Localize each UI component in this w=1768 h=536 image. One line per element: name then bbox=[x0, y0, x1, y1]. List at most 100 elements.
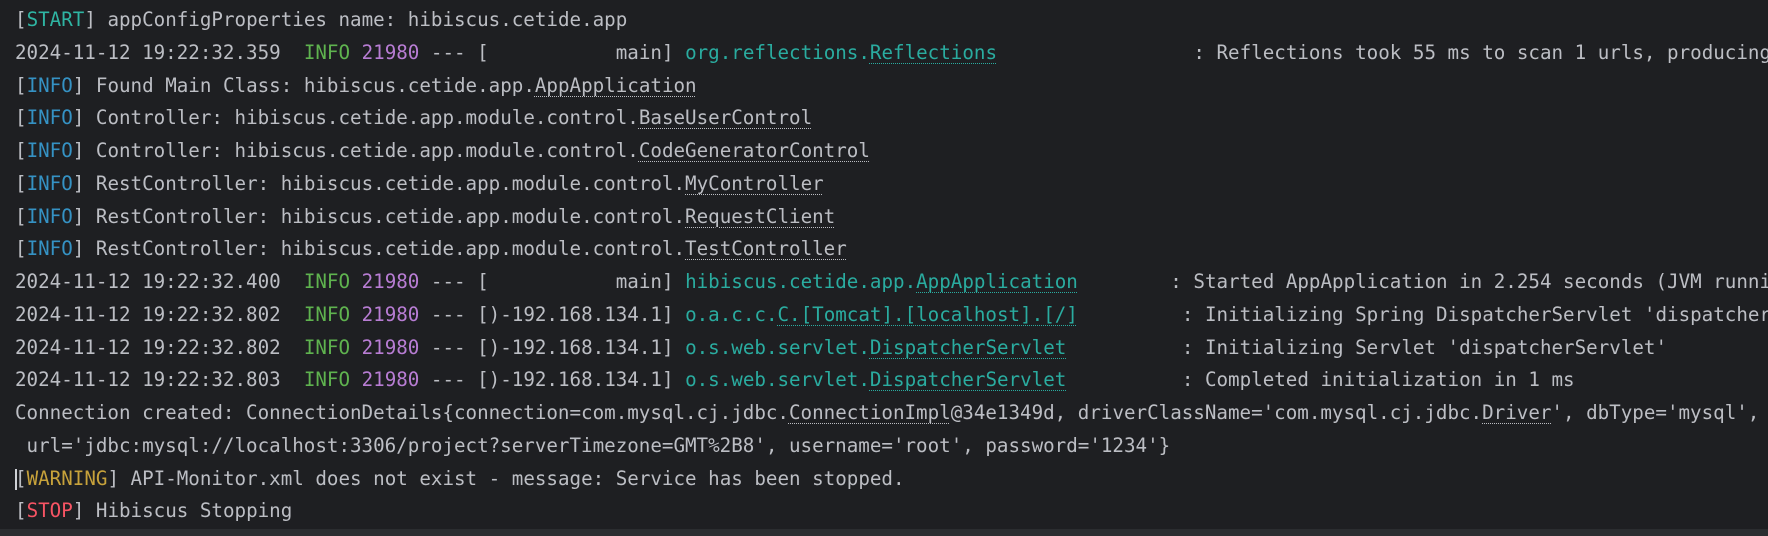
log-message: Controller: hibiscus.cetide.app.module.c… bbox=[84, 106, 639, 130]
log-timestamp: 2024-11-12 19:22:32.359 bbox=[15, 40, 281, 64]
log-timestamp: 2024-11-12 19:22:32.802 bbox=[15, 302, 281, 326]
bracket: ] bbox=[72, 237, 85, 261]
log-message: RestController: hibiscus.cetide.app.modu… bbox=[84, 204, 686, 228]
log-line: 2024-11-12 19:22:32.802 INFO 21980 --- [… bbox=[0, 299, 1768, 332]
log-line: [START] appConfigProperties name: hibisc… bbox=[0, 4, 1768, 37]
log-pid: 21980 bbox=[361, 368, 420, 392]
logger-package: hibiscus.cetide.app. bbox=[685, 270, 917, 293]
log-level: INFO bbox=[303, 335, 351, 359]
logger-package: o.s.web.servlet. bbox=[685, 335, 870, 359]
log-message: url='jdbc:mysql://localhost:3306/project… bbox=[15, 433, 1171, 457]
separator: --- bbox=[419, 368, 478, 392]
log-pid: 21980 bbox=[361, 270, 420, 293]
class-link[interactable]: RequestClient bbox=[685, 205, 835, 228]
log-timestamp: 2024-11-12 19:22:32.802 bbox=[15, 335, 281, 359]
log-tag: WARNING bbox=[26, 466, 108, 490]
log-tag: INFO bbox=[26, 73, 73, 97]
bracket: ] bbox=[107, 466, 119, 490]
log-line: [INFO] Controller: hibiscus.cetide.app.m… bbox=[0, 135, 1768, 168]
logger-class-link[interactable]: C.[Tomcat].[localhost].[/] bbox=[778, 303, 1078, 326]
log-line: 2024-11-12 19:22:32.359 INFO 21980 --- [… bbox=[0, 37, 1768, 70]
class-link[interactable]: MyController bbox=[685, 172, 824, 195]
log-line: [INFO] RestController: hibiscus.cetide.a… bbox=[0, 168, 1768, 201]
log-message: Hibiscus Stopping bbox=[84, 499, 293, 523]
logger-class-link[interactable]: DispatcherServlet bbox=[870, 368, 1066, 391]
log-message: API-Monitor.xml does not exist - message… bbox=[119, 466, 905, 490]
bracket: [ bbox=[15, 106, 27, 130]
console-output[interactable]: [START] appConfigProperties name: hibisc… bbox=[0, 0, 1768, 536]
log-tag: INFO bbox=[26, 171, 73, 195]
class-link[interactable]: AppApplication bbox=[535, 74, 697, 97]
bracket: [ bbox=[15, 139, 27, 162]
bracket: [ bbox=[15, 499, 27, 523]
log-message: appConfigProperties name: hibiscus.cetid… bbox=[95, 8, 628, 31]
log-tag: INFO bbox=[26, 237, 73, 261]
log-level: INFO bbox=[303, 302, 351, 326]
horizontal-scrollbar[interactable] bbox=[0, 529, 1768, 536]
bracket: ] bbox=[72, 171, 85, 195]
log-level: INFO bbox=[303, 40, 351, 64]
logger-class-link[interactable]: DispatcherServlet bbox=[870, 336, 1066, 359]
separator: --- bbox=[419, 302, 478, 326]
bracket: [ bbox=[15, 8, 27, 31]
log-tag: INFO bbox=[26, 204, 73, 228]
log-logger: org.reflections.Reflections bbox=[685, 41, 997, 64]
log-timestamp: 2024-11-12 19:22:32.803 bbox=[15, 368, 281, 392]
class-link[interactable]: CodeGeneratorControl bbox=[639, 139, 870, 162]
log-line: [INFO] RestController: hibiscus.cetide.a… bbox=[0, 233, 1768, 266]
log-logger: hibiscus.cetide.app.AppApplication bbox=[685, 270, 1078, 293]
class-link[interactable]: BaseUserControl bbox=[639, 106, 812, 129]
log-message: @34e1349d, driverClassName='com.mysql.cj… bbox=[950, 401, 1483, 424]
class-link[interactable]: ConnectionImpl bbox=[789, 401, 951, 424]
log-message: ', dbType='mysql', bbox=[1551, 401, 1760, 424]
bracket: [ bbox=[15, 73, 27, 97]
log-logger: o.a.c.c.C.[Tomcat].[localhost].[/] bbox=[685, 303, 1078, 326]
log-message: Found Main Class: hibiscus.cetide.app. bbox=[84, 73, 535, 97]
log-tag: INFO bbox=[26, 139, 73, 162]
bracket: [ bbox=[15, 204, 27, 228]
log-message: : Initializing Spring DispatcherServlet … bbox=[1181, 302, 1768, 326]
log-thread: [)-192.168.134.1] bbox=[477, 368, 674, 392]
log-line: 2024-11-12 19:22:32.803 INFO 21980 --- [… bbox=[0, 364, 1768, 397]
separator: --- bbox=[419, 335, 478, 359]
separator: --- bbox=[419, 40, 478, 64]
log-message: : Started AppApplication in 2.254 second… bbox=[1170, 270, 1768, 293]
logger-class-link[interactable]: Reflections bbox=[870, 41, 997, 64]
class-link[interactable]: Driver bbox=[1482, 401, 1551, 424]
log-thread: [ main] bbox=[477, 40, 674, 64]
log-pid: 21980 bbox=[361, 335, 420, 359]
bracket: [ bbox=[15, 171, 27, 195]
logger-class-link[interactable]: AppApplication bbox=[916, 270, 1078, 293]
logger-package: o.s.web.servlet. bbox=[685, 368, 870, 392]
log-line: [STOP] Hibiscus Stopping bbox=[0, 495, 1768, 528]
log-tag: STOP bbox=[26, 499, 73, 523]
bracket: ] bbox=[72, 73, 85, 97]
log-line: [INFO] Controller: hibiscus.cetide.app.m… bbox=[0, 102, 1768, 135]
log-message: RestController: hibiscus.cetide.app.modu… bbox=[84, 171, 686, 195]
log-line: [WARNING] API-Monitor.xml does not exist… bbox=[0, 463, 1768, 496]
bracket: ] bbox=[72, 204, 85, 228]
log-message: Connection created: ConnectionDetails{co… bbox=[15, 401, 789, 424]
log-logger: o.s.web.servlet.DispatcherServlet bbox=[685, 368, 1066, 391]
log-line: 2024-11-12 19:22:32.802 INFO 21980 --- [… bbox=[0, 332, 1768, 365]
bracket: ] bbox=[72, 499, 85, 523]
log-thread: [)-192.168.134.1] bbox=[477, 302, 674, 326]
class-link[interactable]: TestController bbox=[685, 237, 847, 260]
